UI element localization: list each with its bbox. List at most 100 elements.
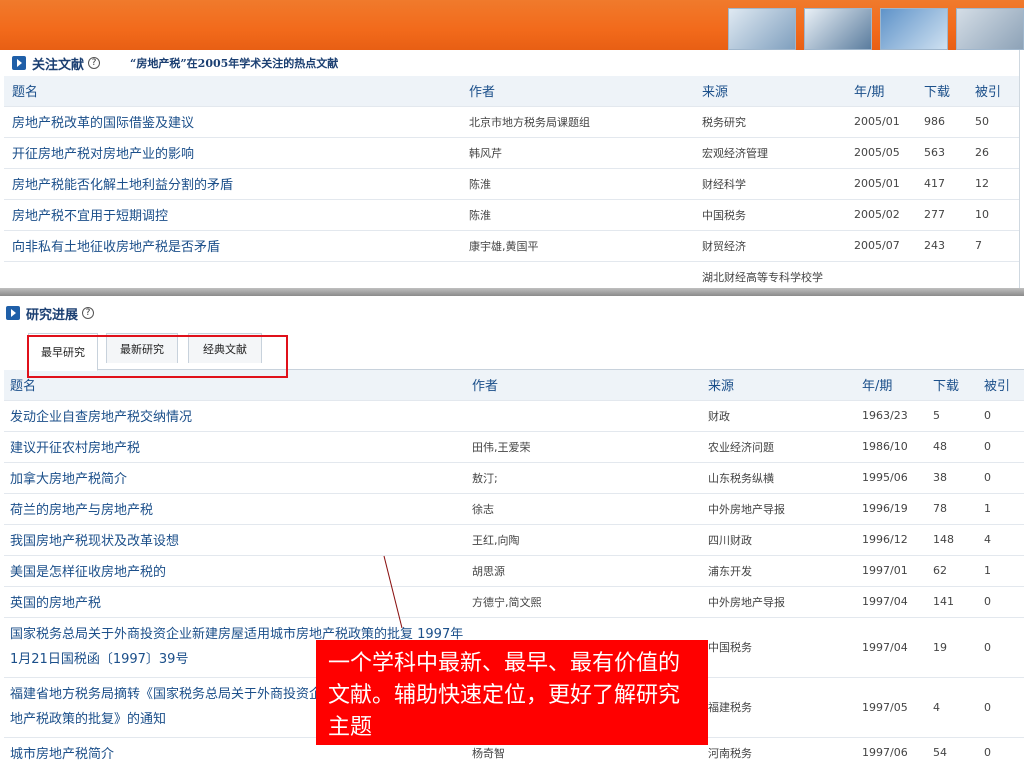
row-citations: 0 (976, 399, 1024, 431)
row-source: 河南税务 (700, 736, 854, 768)
table-row[interactable]: 开征房地产税对房地产业的影响 韩风芹 宏观经济管理 2005/05 563 26 (4, 136, 1019, 168)
row-citations: 0 (976, 585, 1024, 617)
hot-literature-header: 关注文献 ? “房地产税”在2005年学术关注的热点文献 (4, 50, 1019, 76)
table-row[interactable]: 英国的房地产税 方德宁,简文熙 中外房地产导报 1997/04 141 0 (4, 585, 1024, 617)
table-row[interactable]: 发动企业自查房地产税交纳情况 财政 1963/23 5 0 (4, 399, 1024, 431)
column-author[interactable]: 作者 (461, 76, 694, 106)
table-row[interactable]: 向非私有土地征收房地产税是否矛盾 康宇雄,黄国平 财贸经济 2005/07 243 7 (4, 229, 1019, 261)
research-progress-header: 研究进展 ? (4, 300, 1024, 326)
row-downloads: 78 (925, 492, 976, 524)
row-author: 陈淮 (461, 167, 694, 199)
row-downloads: 4 (925, 676, 976, 737)
column-citations[interactable]: 被引 (976, 370, 1024, 400)
row-author: 韩风芹 (461, 136, 694, 168)
row-issue: 1996/12 (854, 523, 925, 555)
table-header-row: 题名 作者 来源 年/期 下载 被引 (4, 76, 1019, 106)
row-author: 方德宁,简文熙 (464, 585, 700, 617)
row-source: 福建税务 (700, 676, 854, 737)
column-downloads[interactable]: 下载 (916, 76, 967, 106)
hot-literature-subtitle: “房地产税”在2005年学术关注的热点文献 (130, 57, 339, 70)
question-circle-icon[interactable]: ? (88, 57, 101, 69)
table-row[interactable]: 我国房地产税现状及改革设想 王红,向陶 四川财政 1996/12 148 4 (4, 523, 1024, 555)
table-row[interactable]: 房地产税改革的国际借鉴及建议 北京市地方税务局课题组 税务研究 2005/01 986 5… (4, 105, 1019, 137)
column-issue[interactable]: 年/期 (854, 370, 925, 400)
column-source[interactable]: 来源 (700, 370, 854, 400)
row-source: 浦东开发 (700, 554, 854, 586)
row-downloads: 148 (925, 523, 976, 555)
row-downloads: 563 (916, 136, 967, 168)
row-downloads: 277 (916, 198, 967, 230)
row-title-link[interactable]: 加拿大房地产税简介 (4, 461, 464, 493)
row-downloads: 417 (916, 167, 967, 199)
row-source: 中外房地产导报 (700, 492, 854, 524)
row-title-link[interactable]: 建议开征农村房地产税 (4, 430, 464, 462)
table-row[interactable]: 房地产税能否化解土地利益分割的矛盾 陈淮 财经科学 2005/01 417 12 (4, 167, 1019, 199)
row-title-link[interactable]: 我国房地产税现状及改革设想 (4, 523, 464, 555)
table-row[interactable]: 加拿大房地产税简介 敖汀; 山东税务纵横 1995/06 38 0 (4, 461, 1024, 493)
row-issue: 1986/10 (854, 430, 925, 462)
row-downloads: 243 (916, 229, 967, 261)
row-issue: 1997/06 (854, 736, 925, 768)
row-issue: 1996/19 (854, 492, 925, 524)
row-source: 中国税务 (694, 198, 846, 230)
row-title-link[interactable]: 英国的房地产税 (4, 585, 464, 617)
row-author: 康宇雄,黄国平 (461, 229, 694, 261)
row-title-link[interactable]: 房地产税能否化解土地利益分割的矛盾 (4, 167, 461, 199)
row-issue: 1997/04 (854, 616, 925, 677)
row-citations: 0 (976, 616, 1024, 677)
row-title-link[interactable]: 房地产税改革的国际借鉴及建议 (4, 105, 461, 137)
row-title-link[interactable]: 向非私有土地征收房地产税是否矛盾 (4, 229, 461, 261)
row-downloads: 5 (925, 399, 976, 431)
column-downloads[interactable]: 下载 (925, 370, 976, 400)
question-circle-icon[interactable]: ? (82, 307, 95, 319)
row-title-link[interactable]: 发动企业自查房地产税交纳情况 (4, 399, 464, 431)
row-author: 田伟,王爱荣 (464, 430, 700, 462)
lab-photo (728, 8, 796, 50)
row-citations: 0 (976, 676, 1024, 737)
person-photo (804, 8, 872, 50)
row-title-link[interactable]: 开征房地产税对房地产业的影响 (4, 136, 461, 168)
row-issue: 1963/23 (854, 399, 925, 431)
row-source: 财政 (700, 399, 854, 431)
row-citations: 26 (967, 136, 1019, 168)
row-title-link[interactable]: 荷兰的房地产与房地产税 (4, 492, 464, 524)
row-author: 陈淮 (461, 198, 694, 230)
column-source[interactable]: 来源 (694, 76, 846, 106)
world-map-photo (880, 8, 948, 50)
table-row[interactable]: 房地产税不宜用于短期调控 陈淮 中国税务 2005/02 277 10 (4, 198, 1019, 230)
row-issue: 2005/07 (846, 229, 916, 261)
row-source: 中外房地产导报 (700, 585, 854, 617)
row-title-link[interactable]: 房地产税不宜用于短期调控 (4, 198, 461, 230)
row-issue: 1997/04 (854, 585, 925, 617)
table-row[interactable]: 美国是怎样征收房地产税的 胡思源 浦东开发 1997/01 62 1 (4, 554, 1024, 586)
table-row[interactable]: 建议开征农村房地产税 田伟,王爱荣 农业经济问题 1986/10 48 0 (4, 430, 1024, 462)
row-downloads: 19 (925, 616, 976, 677)
top-banner (0, 0, 1024, 50)
row-downloads: 48 (925, 430, 976, 462)
tabs-highlight-box (27, 335, 288, 378)
column-author[interactable]: 作者 (464, 370, 700, 400)
row-title-link[interactable]: 美国是怎样征收房地产税的 (4, 554, 464, 586)
column-issue[interactable]: 年/期 (846, 76, 916, 106)
row-author: 敖汀; (464, 461, 700, 493)
row-citations: 7 (967, 229, 1019, 261)
row-author: 胡思源 (464, 554, 700, 586)
row-source: 中国税务 (700, 616, 854, 677)
table-row[interactable]: 荷兰的房地产与房地产税 徐志 中外房地产导报 1996/19 78 1 (4, 492, 1024, 524)
row-downloads: 54 (925, 736, 976, 768)
row-citations: 0 (976, 736, 1024, 768)
hot-literature-table: 题名 作者 来源 年/期 下载 被引 房地产税改革的国际借鉴及建议 北京市地方税务… (4, 76, 1019, 292)
row-citations: 0 (976, 430, 1024, 462)
row-citations: 4 (976, 523, 1024, 555)
row-issue: 2005/05 (846, 136, 916, 168)
row-issue: 1997/01 (854, 554, 925, 586)
office-photo (956, 8, 1024, 50)
column-citations[interactable]: 被引 (967, 76, 1019, 106)
research-progress-title: 研究进展 (26, 307, 79, 323)
arrow-square-icon (6, 306, 20, 320)
row-issue: 2005/01 (846, 167, 916, 199)
row-source: 税务研究 (694, 105, 846, 137)
hot-literature-title: 关注文献 (32, 57, 85, 73)
row-citations: 50 (967, 105, 1019, 137)
column-title[interactable]: 题名 (4, 76, 461, 106)
